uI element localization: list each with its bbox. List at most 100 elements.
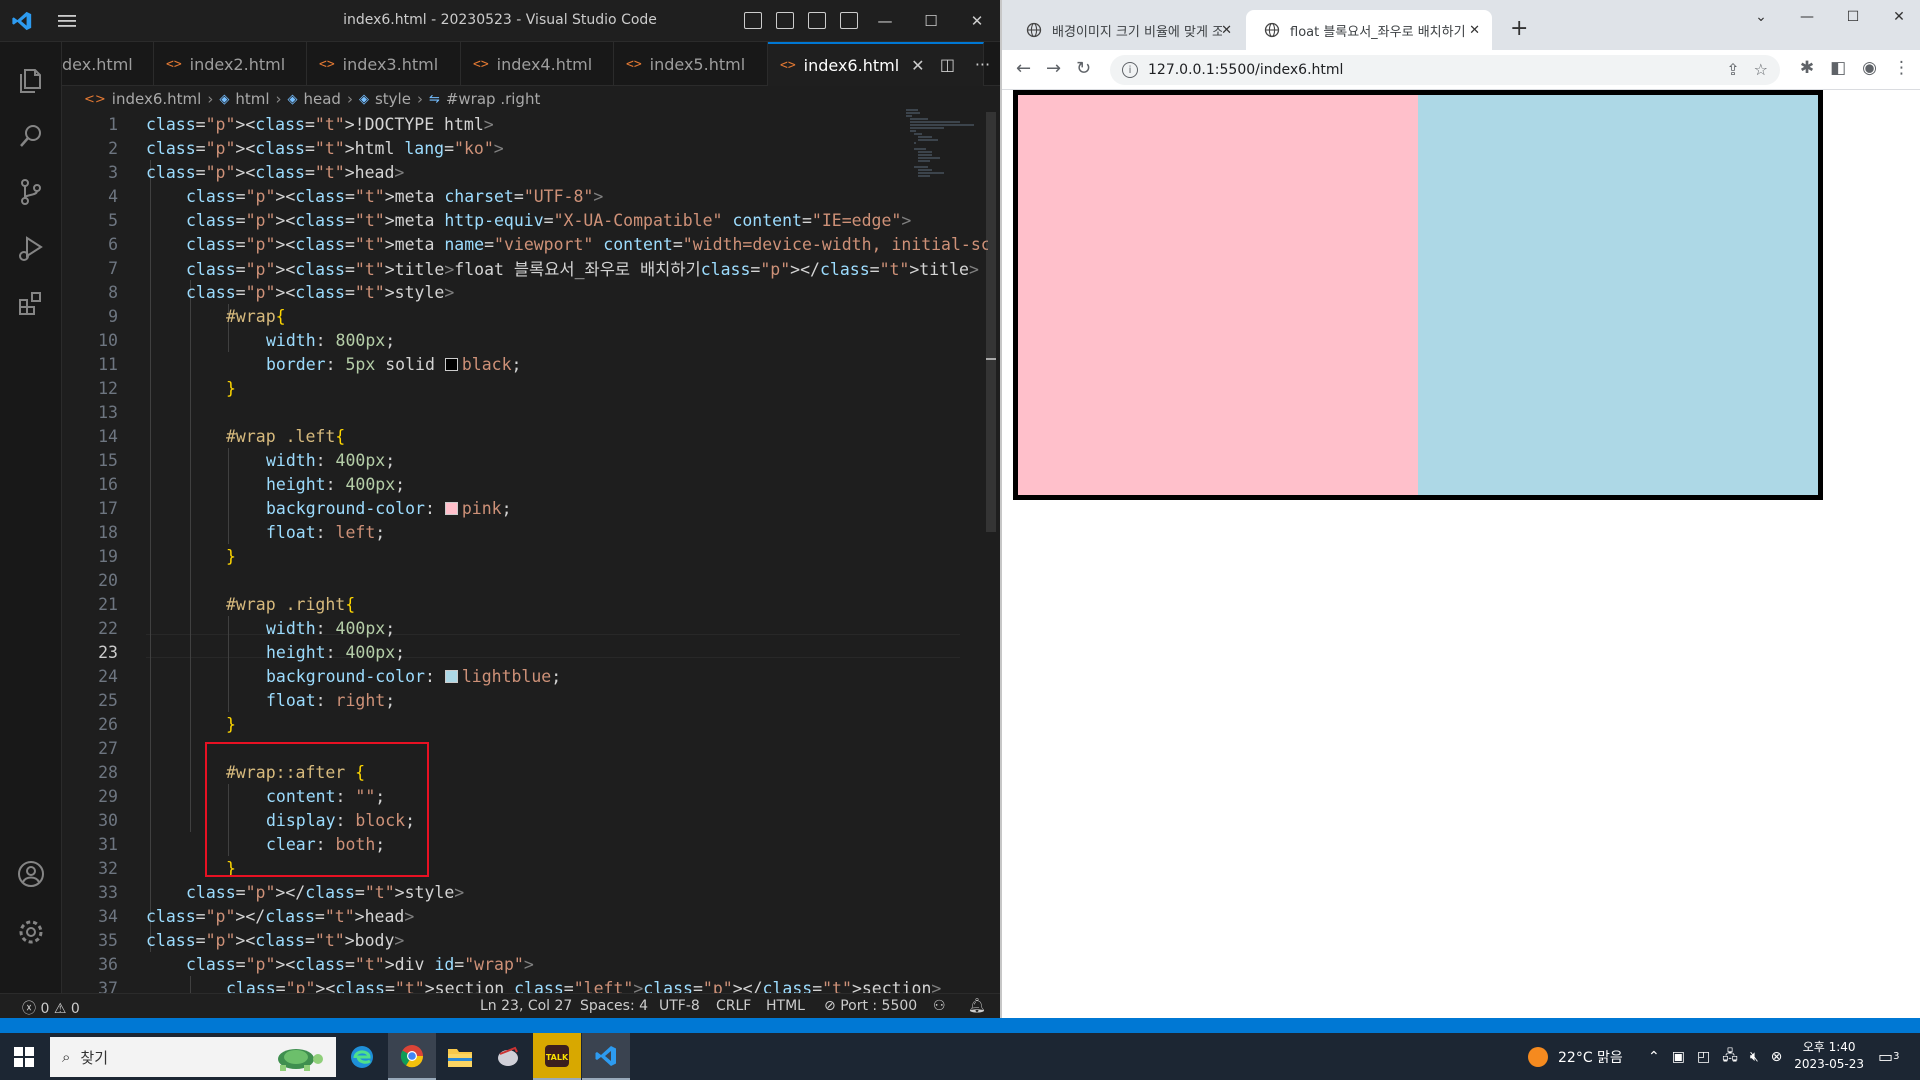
breadcrumb-item[interactable]: #wrap .right [446, 90, 541, 108]
tab-index5-html[interactable]: <> index5.html [614, 42, 768, 86]
app-icon[interactable] [484, 1033, 532, 1080]
tab-dex-html[interactable]: dex.html [62, 42, 154, 86]
tray-app-icon[interactable]: ▣ [1672, 1049, 1685, 1065]
minimize-button[interactable]: — [862, 0, 908, 42]
tab-index3-html[interactable]: <> index3.html [307, 42, 461, 86]
code-line[interactable]: 37 class="p"><class="t">section class="le… [62, 976, 941, 994]
code-line[interactable]: 1 class="p"><class="t">!DOCTYPE html> [62, 112, 902, 136]
code-line[interactable]: 33 class="p"></class="t">style> [62, 880, 902, 904]
breadcrumb-item[interactable]: index6.html [112, 90, 202, 108]
accounts-status-icon[interactable]: ⚇ [933, 998, 946, 1014]
code-line[interactable]: 5 class="p"><class="t">meta http-equiv="X… [62, 208, 911, 232]
split-editor-icon[interactable]: ◫ [940, 55, 955, 74]
kakaotalk-icon[interactable]: TALK [533, 1033, 581, 1080]
code-line[interactable]: 20 [62, 568, 902, 592]
code-line[interactable]: 2 class="p"><class="t">html lang="ko"> [62, 136, 902, 160]
extensions-icon[interactable] [0, 276, 62, 332]
more-menu-icon[interactable]: ⋮ [1893, 58, 1910, 78]
bell-icon[interactable]: 🔔︎ [968, 998, 986, 1014]
close-button[interactable]: ✕ [954, 0, 1000, 42]
forward-arrow-icon[interactable]: → [1046, 58, 1061, 79]
browser-tab-inactive[interactable]: 배경이미지 크기 비율에 맞게 조 ✕ [1008, 10, 1244, 50]
settings-gear-icon[interactable] [0, 904, 62, 960]
weather-widget[interactable]: 22°C 맑음 [1528, 1033, 1623, 1080]
back-arrow-icon[interactable]: ← [1016, 58, 1031, 79]
code-line[interactable]: 30 display: block; [62, 808, 902, 832]
share-icon[interactable]: ⇪ [1726, 60, 1739, 79]
code-editor[interactable]: 1 class="p"><class="t">!DOCTYPE html> 2 cla… [62, 112, 988, 993]
bookmark-star-icon[interactable]: ☆ [1754, 60, 1768, 79]
close-button[interactable]: ✕ [1876, 0, 1920, 34]
code-line[interactable]: 24 background-color: lightblue; [62, 664, 902, 688]
explorer-icon[interactable] [0, 52, 62, 108]
code-line[interactable]: 32} [62, 856, 902, 880]
code-line[interactable]: 4 class="p"><class="t">meta charset="UTF-… [62, 184, 902, 208]
code-line[interactable]: 18 float: left; [62, 520, 902, 544]
live-server-port[interactable]: ⊘ Port : 5500 [824, 998, 917, 1014]
vscode-taskbar-icon[interactable] [582, 1033, 630, 1080]
code-line[interactable]: 19} [62, 544, 902, 568]
code-line[interactable]: 25 float: right; [62, 688, 902, 712]
maximize-button[interactable]: ☐ [1830, 0, 1876, 34]
source-control-icon[interactable] [0, 164, 62, 220]
tab-index4-html[interactable]: <> index4.html [461, 42, 614, 86]
cursor-position[interactable]: Ln 23, Col 27 [480, 998, 572, 1014]
close-icon[interactable]: ✕ [1221, 23, 1232, 38]
breadcrumb-item[interactable]: style [375, 90, 411, 108]
run-debug-icon[interactable] [0, 220, 62, 276]
code-line[interactable]: 29 content: ""; [62, 784, 902, 808]
reload-icon[interactable]: ↻ [1076, 58, 1091, 79]
chrome-browser-icon[interactable] [388, 1033, 436, 1080]
side-panel-icon[interactable]: ◧ [1830, 58, 1846, 78]
edge-browser-icon[interactable] [338, 1033, 386, 1080]
indentation[interactable]: Spaces: 4 [580, 998, 648, 1014]
line-ending[interactable]: CRLF [716, 998, 751, 1014]
code-line[interactable]: 36 class="p"><class="t">div id="wrap"> [62, 952, 902, 976]
taskbar-search[interactable]: ⌕ 찾기 [50, 1037, 336, 1077]
extensions-puzzle-icon[interactable]: ✱ [1800, 58, 1814, 78]
search-icon[interactable] [0, 108, 62, 164]
code-line[interactable]: 35 class="p"><class="t">body> [62, 928, 902, 952]
code-line[interactable]: 21 #wrap .right{ [62, 592, 902, 616]
code-line[interactable]: 12} [62, 376, 902, 400]
code-line[interactable]: 16 height: 400px; [62, 472, 902, 496]
network-icon[interactable]: 🖧︎ [1722, 1045, 1738, 1069]
code-line[interactable]: 31 clear: both; [62, 832, 902, 856]
browser-tab-active[interactable]: float 블록요서_좌우로 배치하기 ✕ [1246, 10, 1492, 50]
tab-index2-html[interactable]: <> index2.html [154, 42, 307, 86]
volume-muted-icon[interactable]: 🔇︎ [1750, 1049, 1759, 1065]
tray-status-icon[interactable]: ⊗ [1771, 1049, 1783, 1065]
minimize-button[interactable]: — [1784, 0, 1830, 34]
site-info-icon[interactable]: i [1122, 62, 1138, 78]
customize-layout-icon[interactable] [840, 12, 858, 29]
new-tab-button[interactable]: + [1510, 16, 1528, 41]
chevron-up-icon[interactable]: ⌃ [1648, 1049, 1660, 1065]
code-line[interactable]: 34 class="p"></class="t">head> [62, 904, 902, 928]
toggle-secondary-sidebar-icon[interactable] [808, 12, 826, 29]
code-line[interactable]: 11 border: 5px solid black; [62, 352, 902, 376]
maximize-button[interactable]: ☐ [908, 0, 954, 42]
toggle-panel-icon[interactable] [776, 12, 794, 29]
problems-indicator[interactable]: ⓧ 0 ⚠ 0 [22, 998, 80, 1018]
code-line[interactable]: 8 class="p"><class="t">style> [62, 280, 902, 304]
editor-scrollbar[interactable] [986, 112, 996, 532]
code-line[interactable]: 15 width: 400px; [62, 448, 902, 472]
minimap[interactable] [904, 106, 984, 186]
code-line[interactable]: 22 width: 400px; [62, 616, 902, 640]
code-line[interactable]: 6 class="p"><class="t">meta name="viewpor… [62, 232, 988, 256]
code-line[interactable]: 3 class="p"><class="t">head> [62, 160, 902, 184]
more-actions-icon[interactable]: ··· [975, 55, 990, 74]
file-explorer-icon[interactable] [436, 1033, 484, 1080]
code-line[interactable]: 14 #wrap .left{ [62, 424, 902, 448]
code-line[interactable]: 28 #wrap::after { [62, 760, 902, 784]
notification-center-icon[interactable]: ▭ 3 [1878, 1033, 1900, 1080]
toggle-primary-sidebar-icon[interactable] [744, 12, 762, 29]
accounts-icon[interactable] [0, 846, 62, 902]
windows-start-icon[interactable] [14, 1047, 34, 1067]
breadcrumb-item[interactable]: head [304, 90, 341, 108]
address-bar[interactable]: i 127.0.0.1:5500/index6.html ⇪ ☆ [1110, 55, 1780, 85]
profile-avatar-icon[interactable]: ◉ [1862, 58, 1877, 78]
tab-search-icon[interactable]: ⌄ [1738, 0, 1784, 34]
code-line[interactable]: 13 [62, 400, 902, 424]
close-icon[interactable]: ✕ [1469, 23, 1480, 38]
